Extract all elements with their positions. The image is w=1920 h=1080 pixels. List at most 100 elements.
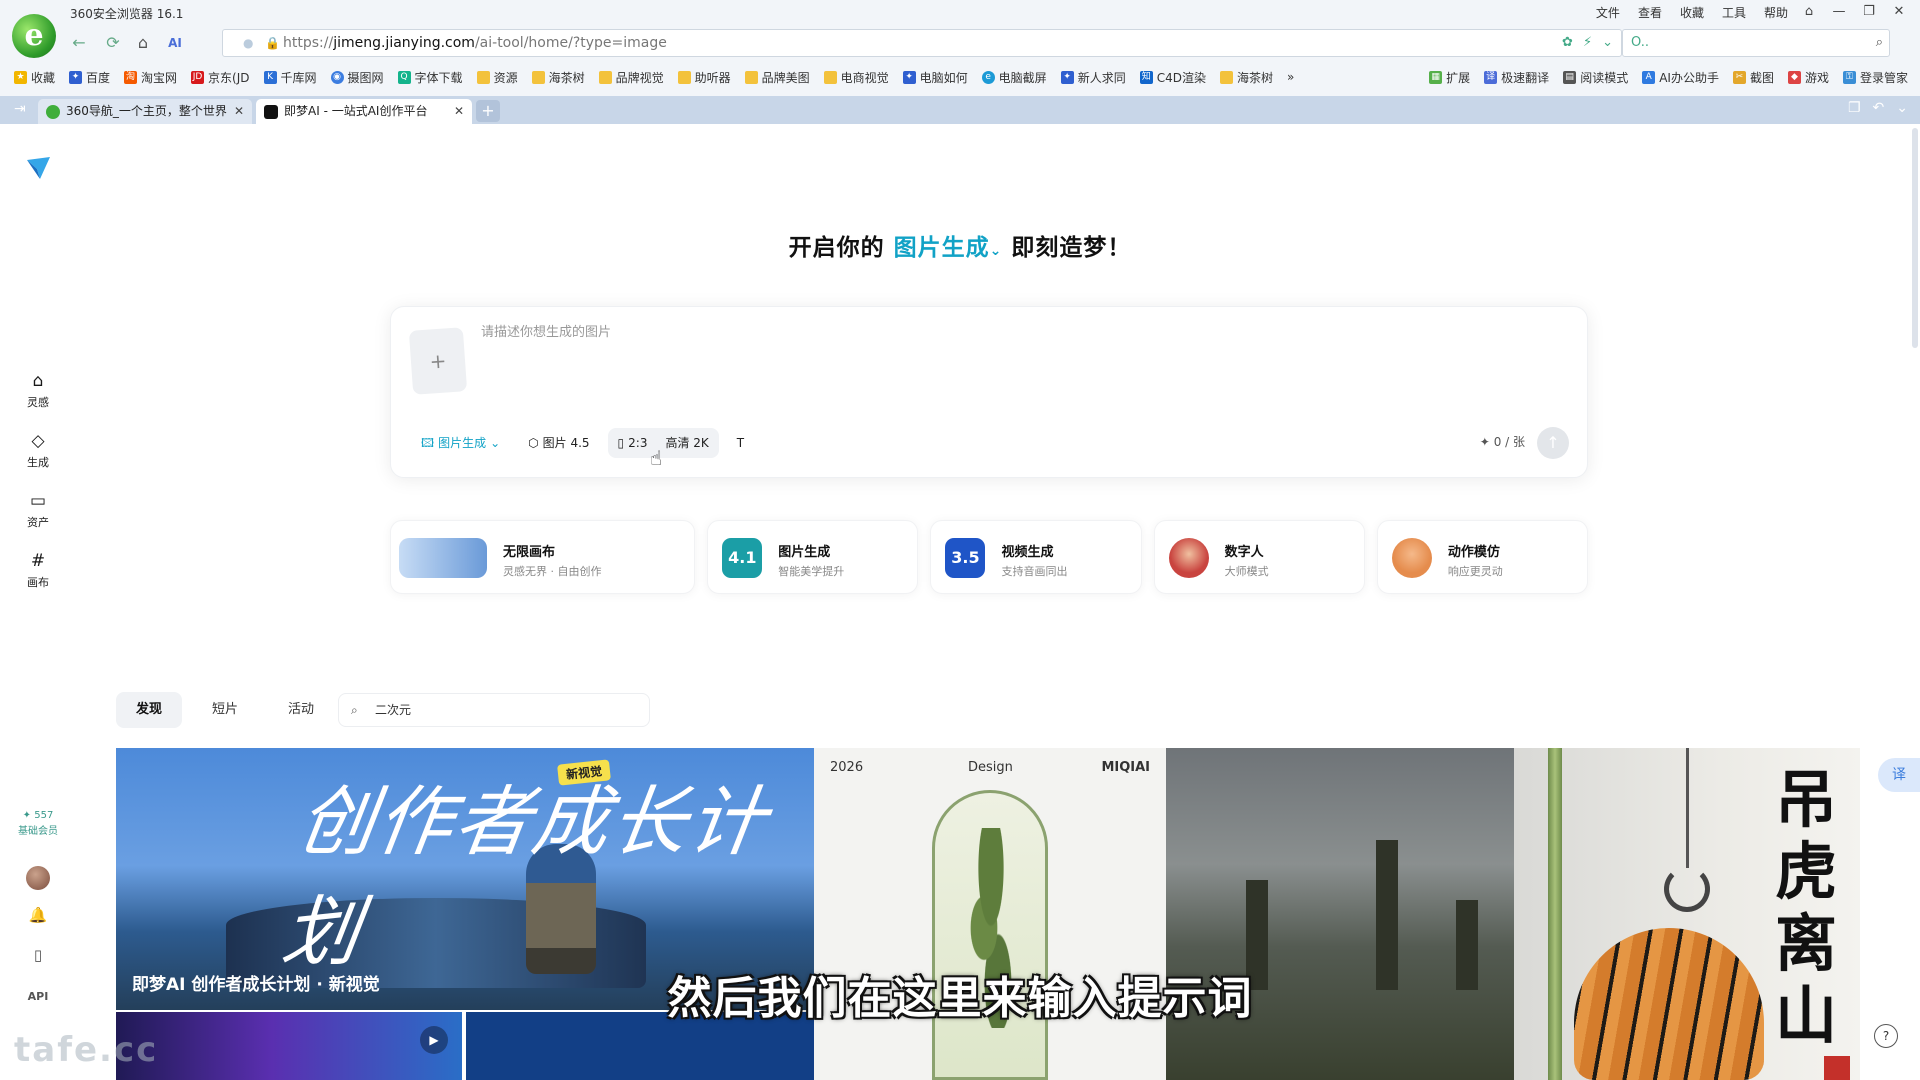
restore-icon[interactable]: ❐ — [1856, 1, 1882, 23]
undo-close-icon[interactable]: ↶ — [1873, 100, 1885, 116]
back-icon[interactable]: ← — [66, 30, 92, 56]
feature-card-image[interactable]: 4.1 图片生成 智能美学提升 — [707, 520, 919, 594]
sparkle-icon: ✦ — [22, 810, 32, 821]
dropdown-icon[interactable]: ⌄ — [1602, 30, 1613, 56]
bookmark-item[interactable]: ★ 收藏 — [14, 69, 55, 86]
bookmark-folder[interactable]: 资源 — [476, 69, 518, 86]
bookmark-item[interactable]: e 电脑截屏 — [981, 69, 1047, 86]
chevron-down-icon: ⌄ — [490, 436, 501, 450]
model-selector[interactable]: ⬡ 图片 4.5 — [518, 428, 599, 458]
tab-360-nav[interactable]: 360导航_一个主页，整个世界 ✕ — [38, 99, 252, 124]
folder-icon — [1219, 70, 1233, 84]
feature-card-canvas[interactable]: 无限画布 灵感无界 · 自由创作 — [390, 520, 696, 594]
ai-icon[interactable]: AI — [162, 30, 188, 56]
bookmark-item[interactable]: ✦ 新人求同 — [1060, 69, 1126, 86]
video-model-icon: 3.5 — [945, 538, 986, 578]
menu-favorites[interactable]: 收藏 — [1680, 4, 1704, 21]
reader-mode-button[interactable]: ▤ 阅读模式 — [1563, 69, 1628, 86]
tab-jimeng[interactable]: 即梦AI - 一站式AI创作平台 ✕ — [256, 99, 472, 124]
bookmark-item[interactable]: 淘淘宝网 — [124, 69, 177, 86]
refresh-icon[interactable]: ⟳ — [100, 30, 126, 56]
skin-icon[interactable]: ⌂ — [1796, 1, 1822, 23]
tab-menu-icon[interactable]: ⌄ — [1896, 100, 1908, 116]
bookmark-item[interactable]: JD 京东(JD — [191, 69, 250, 86]
feature-card-digital-human[interactable]: 数字人 大师模式 — [1153, 520, 1365, 594]
gallery-card-ancient-city[interactable] — [1166, 748, 1514, 1080]
url-prefix: https:// — [283, 35, 334, 51]
minimize-icon[interactable]: — — [1826, 1, 1852, 23]
help-button[interactable]: ? — [1874, 1024, 1898, 1048]
cube-icon: ⬡ — [528, 436, 539, 450]
mode-selector[interactable]: 🖾 图片生成 ⌄ — [411, 428, 510, 458]
feature-card-video[interactable]: 3.5 视频生成 支持音画同出 — [930, 520, 1142, 594]
translate-button[interactable]: 译极速翻译 — [1484, 69, 1549, 86]
avatar[interactable] — [26, 866, 50, 890]
bookmark-folder[interactable]: 品牌美图 — [744, 69, 810, 86]
sidebar-item-inspiration[interactable]: ⌂ 灵感 — [14, 370, 62, 410]
tab-shorts[interactable]: 短片 — [192, 692, 258, 728]
credits-badge[interactable]: ✦ 557 基础会员 — [14, 808, 62, 840]
tab-discover[interactable]: 发现 — [116, 692, 183, 728]
sidebar-item-generate[interactable]: ◇ 生成 — [14, 430, 62, 470]
paw-icon: ✦ — [902, 70, 916, 84]
window-list-icon[interactable]: ❐ — [1848, 100, 1861, 116]
bookmark-folder[interactable]: 助听器 — [677, 69, 731, 86]
tab-close-icon[interactable]: ✕ — [234, 99, 244, 124]
translate-floating-button[interactable]: 译 — [1878, 758, 1920, 792]
sidebar-toggle-icon[interactable]: ⇥ — [14, 101, 26, 117]
bookmark-item[interactable]: ✦ 电脑如何 — [902, 69, 968, 86]
new-tab-button[interactable]: + — [476, 100, 500, 122]
bookmark-item[interactable]: Q 字体下载 — [397, 69, 463, 86]
bookmark-folder[interactable]: 品牌视觉 — [598, 69, 664, 86]
bookmark-item[interactable]: K 千库网 — [263, 69, 317, 86]
tab-close-icon[interactable]: ✕ — [454, 99, 464, 124]
bookmark-folder[interactable]: 电商视觉 — [823, 69, 889, 86]
address-bar[interactable]: ● 🔒 https://jimeng.jianying.com/ai-tool/… — [222, 29, 1622, 57]
search-icon[interactable]: ⌕ — [1876, 30, 1883, 56]
generation-type-dropdown[interactable]: 图片生成⌄ — [894, 235, 1003, 261]
ai-assistant-button[interactable]: A AI办公助手 — [1642, 69, 1719, 86]
bookmark-item[interactable]: ◉ 摄图网 — [330, 69, 384, 86]
ratio-quality-selector[interactable]: ▯ 2:3 高清 2K — [607, 428, 719, 458]
compat-icon[interactable]: ✿ — [1562, 30, 1573, 56]
bell-icon[interactable]: 🔔 — [24, 906, 52, 924]
gallery-card-pine-design[interactable]: 2026 Design MIQIAI — [814, 748, 1166, 1080]
browser-search-input[interactable]: O.. ⌕ — [1622, 29, 1890, 57]
play-icon[interactable]: ▶ — [420, 1026, 448, 1054]
folder-icon — [823, 70, 837, 84]
speed-icon[interactable]: ⚡ — [1583, 30, 1592, 56]
sidebar-item-canvas[interactable]: # 画布 — [14, 550, 62, 590]
login-manager-button[interactable]: ⚿ 登录管家 — [1842, 69, 1908, 86]
jimeng-logo-icon[interactable] — [24, 154, 52, 182]
menu-file[interactable]: 文件 — [1596, 4, 1620, 21]
games-button[interactable]: ◆ 游戏 — [1787, 69, 1829, 86]
bookmarks-more-icon[interactable]: » — [1287, 70, 1294, 84]
text-settings-button[interactable]: T — [727, 428, 754, 458]
home-page-icon[interactable]: ⌂ — [130, 30, 156, 56]
menu-help[interactable]: 帮助 — [1764, 4, 1788, 21]
image-icon: 🖾 — [421, 436, 435, 450]
close-icon[interactable]: ✕ — [1886, 1, 1912, 23]
sidebar-item-assets[interactable]: ▭ 资产 — [14, 490, 62, 530]
menu-tools[interactable]: 工具 — [1722, 4, 1746, 21]
browser-chrome: 360安全浏览器 16.1 文件 查看 收藏 工具 帮助 ⌂ — ❐ ✕ e ←… — [0, 0, 1920, 124]
feature-card-motion[interactable]: 动作模仿 响应更灵动 — [1376, 520, 1588, 594]
tab-events[interactable]: 活动 — [268, 692, 334, 728]
membership-label: 基础会员 — [18, 826, 58, 837]
search-icon: ⌕ — [351, 703, 358, 717]
prompt-input[interactable] — [481, 321, 1561, 401]
bookmark-folder[interactable]: 海茶树 — [1219, 69, 1273, 86]
left-sidebar: ⌂ 灵感 ◇ 生成 ▭ 资产 # 画布 ✦ 557 基础会员 🔔 ▯ API — [0, 124, 76, 1080]
browser-logo[interactable]: e — [12, 14, 56, 58]
gallery-search-input[interactable]: ⌕ 二次元 — [338, 693, 650, 727]
send-button[interactable]: ↑ — [1537, 427, 1569, 459]
menu-view[interactable]: 查看 — [1638, 4, 1662, 21]
bookmark-item[interactable]: 知 C4D渲染 — [1139, 69, 1206, 86]
gallery-card-tiger[interactable]: 吊虎离山 — [1514, 748, 1860, 1080]
extensions-button[interactable]: ▦ 扩展 — [1429, 69, 1470, 86]
bookmark-folder[interactable]: 海茶树 — [531, 69, 585, 86]
star-icon: ★ — [14, 70, 27, 84]
bookmark-item[interactable]: ✦ 百度 — [69, 69, 110, 86]
upload-reference-button[interactable]: + — [408, 327, 468, 395]
screenshot-button[interactable]: ✂ 截图 — [1732, 69, 1774, 86]
